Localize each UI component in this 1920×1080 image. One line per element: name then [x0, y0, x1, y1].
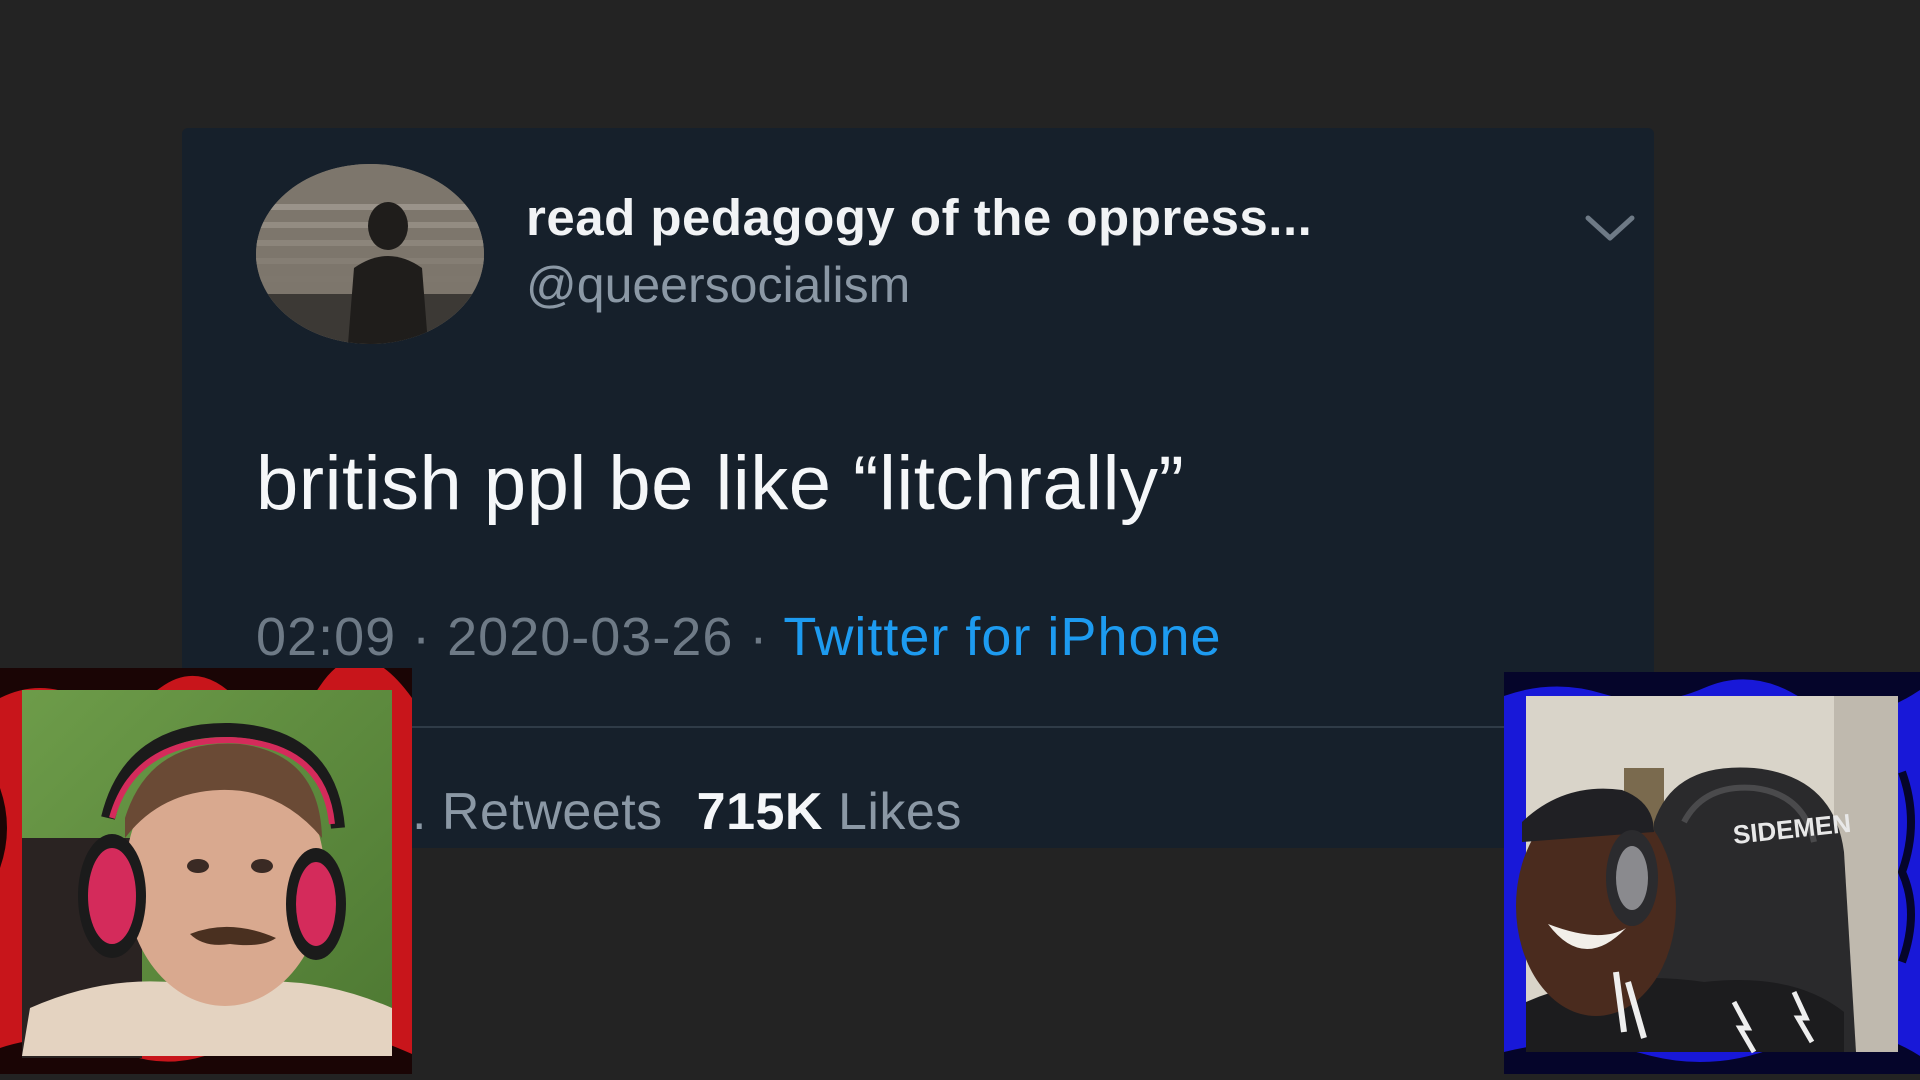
- retweets-label[interactable]: Retweets: [442, 783, 663, 841]
- left-facecam: [0, 668, 412, 1074]
- video-frame: read pedagogy of the oppress... @queerso…: [0, 0, 1920, 1080]
- right-facecam: SIDEMEN: [1504, 672, 1920, 1074]
- avatar-silhouette-icon: [256, 164, 484, 344]
- tweet-text: british ppl be like “litchrally”: [256, 441, 1185, 526]
- tweet-stats: . Retweets 715K Likes: [412, 782, 962, 842]
- likes-label[interactable]: Likes: [838, 783, 962, 841]
- tweet-source-link[interactable]: Twitter for iPhone: [783, 607, 1221, 667]
- display-name[interactable]: read pedagogy of the oppress...: [526, 188, 1312, 247]
- chevron-down-icon[interactable]: [1582, 208, 1638, 248]
- tweet-date: 2020-03-26: [447, 607, 734, 667]
- webcam-feed-icon: SIDEMEN: [1504, 672, 1920, 1074]
- webcam-feed-icon: [0, 668, 412, 1074]
- likes-count[interactable]: 715K: [697, 783, 823, 841]
- tweet-metadata: 02:09 · 2020-03-26 · Twitter for iPhone: [256, 606, 1222, 668]
- tweet-time: 02:09: [256, 607, 397, 667]
- retweets-count-fragment: .: [412, 783, 427, 841]
- separator-dot: ·: [396, 607, 448, 667]
- profile-avatar[interactable]: [256, 164, 484, 344]
- separator-dot: ·: [733, 607, 784, 667]
- user-handle[interactable]: @queersocialism: [526, 256, 910, 314]
